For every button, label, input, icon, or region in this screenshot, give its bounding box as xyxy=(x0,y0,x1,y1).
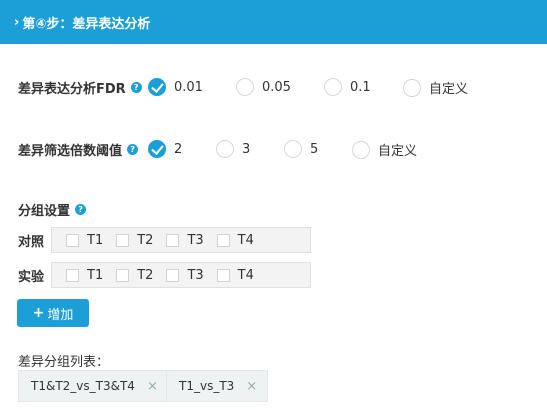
checkbox-icon[interactable] xyxy=(66,233,79,247)
experiment-label: 实验 xyxy=(18,269,45,285)
control-label: 对照 xyxy=(18,234,45,250)
fold-row: 差异筛选倍数阈值 ? xyxy=(18,140,139,159)
experiment-group-row: 实验 T1 T2 T3 T4 xyxy=(18,262,311,288)
fdr-label: 差异表达分析FDR xyxy=(18,82,126,97)
close-icon[interactable]: × xyxy=(147,379,158,394)
grouping-row: 分组设置 ? xyxy=(18,200,87,219)
checkbox-label: T1 xyxy=(87,232,104,248)
checkbox-icon[interactable] xyxy=(116,233,130,247)
tag-label: T1&T2_vs_T3&T4 xyxy=(31,379,135,393)
checkbox-icon[interactable] xyxy=(66,268,79,282)
radio-label: 5 xyxy=(310,141,319,157)
checkbox-icon[interactable] xyxy=(166,268,180,282)
fold-option-2[interactable]: 2 xyxy=(148,140,182,158)
radio-checked-icon[interactable] xyxy=(148,78,166,96)
radio-unchecked-icon[interactable] xyxy=(216,140,234,158)
fold-option-5[interactable]: 5 xyxy=(284,140,318,158)
step-title: 第④步：差异表达分析 xyxy=(22,16,151,32)
radio-label: 0.1 xyxy=(350,79,371,95)
experiment-checkbox-t3[interactable]: T3 xyxy=(166,267,204,283)
experiment-checkbox-t2[interactable]: T2 xyxy=(116,268,153,283)
fdr-option-0-05[interactable]: 0.05 xyxy=(236,78,291,96)
radio-label: 0.01 xyxy=(174,79,203,95)
fold-option-3[interactable]: 3 xyxy=(216,140,250,158)
help-icon[interactable]: ? xyxy=(127,144,139,155)
radio-checked-icon[interactable] xyxy=(148,140,166,158)
checkbox-label: T4 xyxy=(237,232,254,248)
add-group-button[interactable]: + 增加 xyxy=(17,299,89,327)
radio-label: 0.05 xyxy=(262,79,291,95)
radio-label: 2 xyxy=(174,141,183,157)
checkbox-icon[interactable] xyxy=(216,233,230,247)
fold-option-custom[interactable]: 自定义 xyxy=(352,140,417,159)
checkbox-label: T2 xyxy=(137,232,154,248)
grouping-label: 分组设置 xyxy=(18,204,71,219)
control-group-row: 对照 T1 T2 T3 T4 xyxy=(18,227,311,253)
control-checkbox-t4[interactable]: T4 xyxy=(216,232,254,248)
step-header: › 第④步：差异表达分析 xyxy=(0,0,547,44)
radio-unchecked-icon[interactable] xyxy=(284,140,302,158)
checkbox-label: T4 xyxy=(237,267,254,283)
radio-unchecked-icon[interactable] xyxy=(236,78,254,96)
control-checkbox-t2[interactable]: T2 xyxy=(116,233,153,248)
fdr-option-custom[interactable]: 自定义 xyxy=(403,78,468,97)
fdr-row: 差异表达分析FDR ? xyxy=(18,78,142,97)
radio-unchecked-icon[interactable] xyxy=(403,78,421,97)
help-icon[interactable]: ? xyxy=(130,82,142,93)
plus-icon: + xyxy=(32,305,45,321)
fdr-option-0-1[interactable]: 0.1 xyxy=(324,78,371,96)
experiment-checkbox-t1[interactable]: T1 xyxy=(66,268,103,283)
experiment-checkbox-group: T1 T2 T3 T4 xyxy=(51,262,311,288)
radio-label: 3 xyxy=(242,141,251,157)
radio-unchecked-icon[interactable] xyxy=(324,78,342,96)
checkbox-icon[interactable] xyxy=(216,268,230,282)
diff-group-tag: T1_vs_T3 × xyxy=(166,370,269,402)
control-checkbox-t1[interactable]: T1 xyxy=(66,233,103,248)
control-checkbox-t3[interactable]: T3 xyxy=(166,232,204,248)
fdr-option-0-01[interactable]: 0.01 xyxy=(148,78,203,96)
diff-group-tag: T1&T2_vs_T3&T4 × xyxy=(18,370,169,402)
radio-unchecked-icon[interactable] xyxy=(352,140,370,159)
control-checkbox-group: T1 T2 T3 T4 xyxy=(51,227,311,253)
checkbox-label: T2 xyxy=(137,267,154,283)
checkbox-icon[interactable] xyxy=(166,233,180,247)
close-icon[interactable]: × xyxy=(246,379,257,394)
checkbox-label: T3 xyxy=(187,267,204,283)
help-icon[interactable]: ? xyxy=(75,204,87,215)
radio-label: 自定义 xyxy=(378,144,418,159)
radio-label: 自定义 xyxy=(429,82,469,97)
checkbox-label: T1 xyxy=(87,267,104,283)
experiment-checkbox-t4[interactable]: T4 xyxy=(216,267,254,283)
checkbox-icon[interactable] xyxy=(116,268,130,282)
add-button-label: 增加 xyxy=(47,307,74,323)
diff-list-title: 差异分组列表： xyxy=(18,355,110,370)
fold-label: 差异筛选倍数阈值 xyxy=(18,144,123,159)
chevron-right-icon: › xyxy=(14,14,20,30)
tag-label: T1_vs_T3 xyxy=(179,379,235,393)
checkbox-label: T3 xyxy=(187,232,204,248)
